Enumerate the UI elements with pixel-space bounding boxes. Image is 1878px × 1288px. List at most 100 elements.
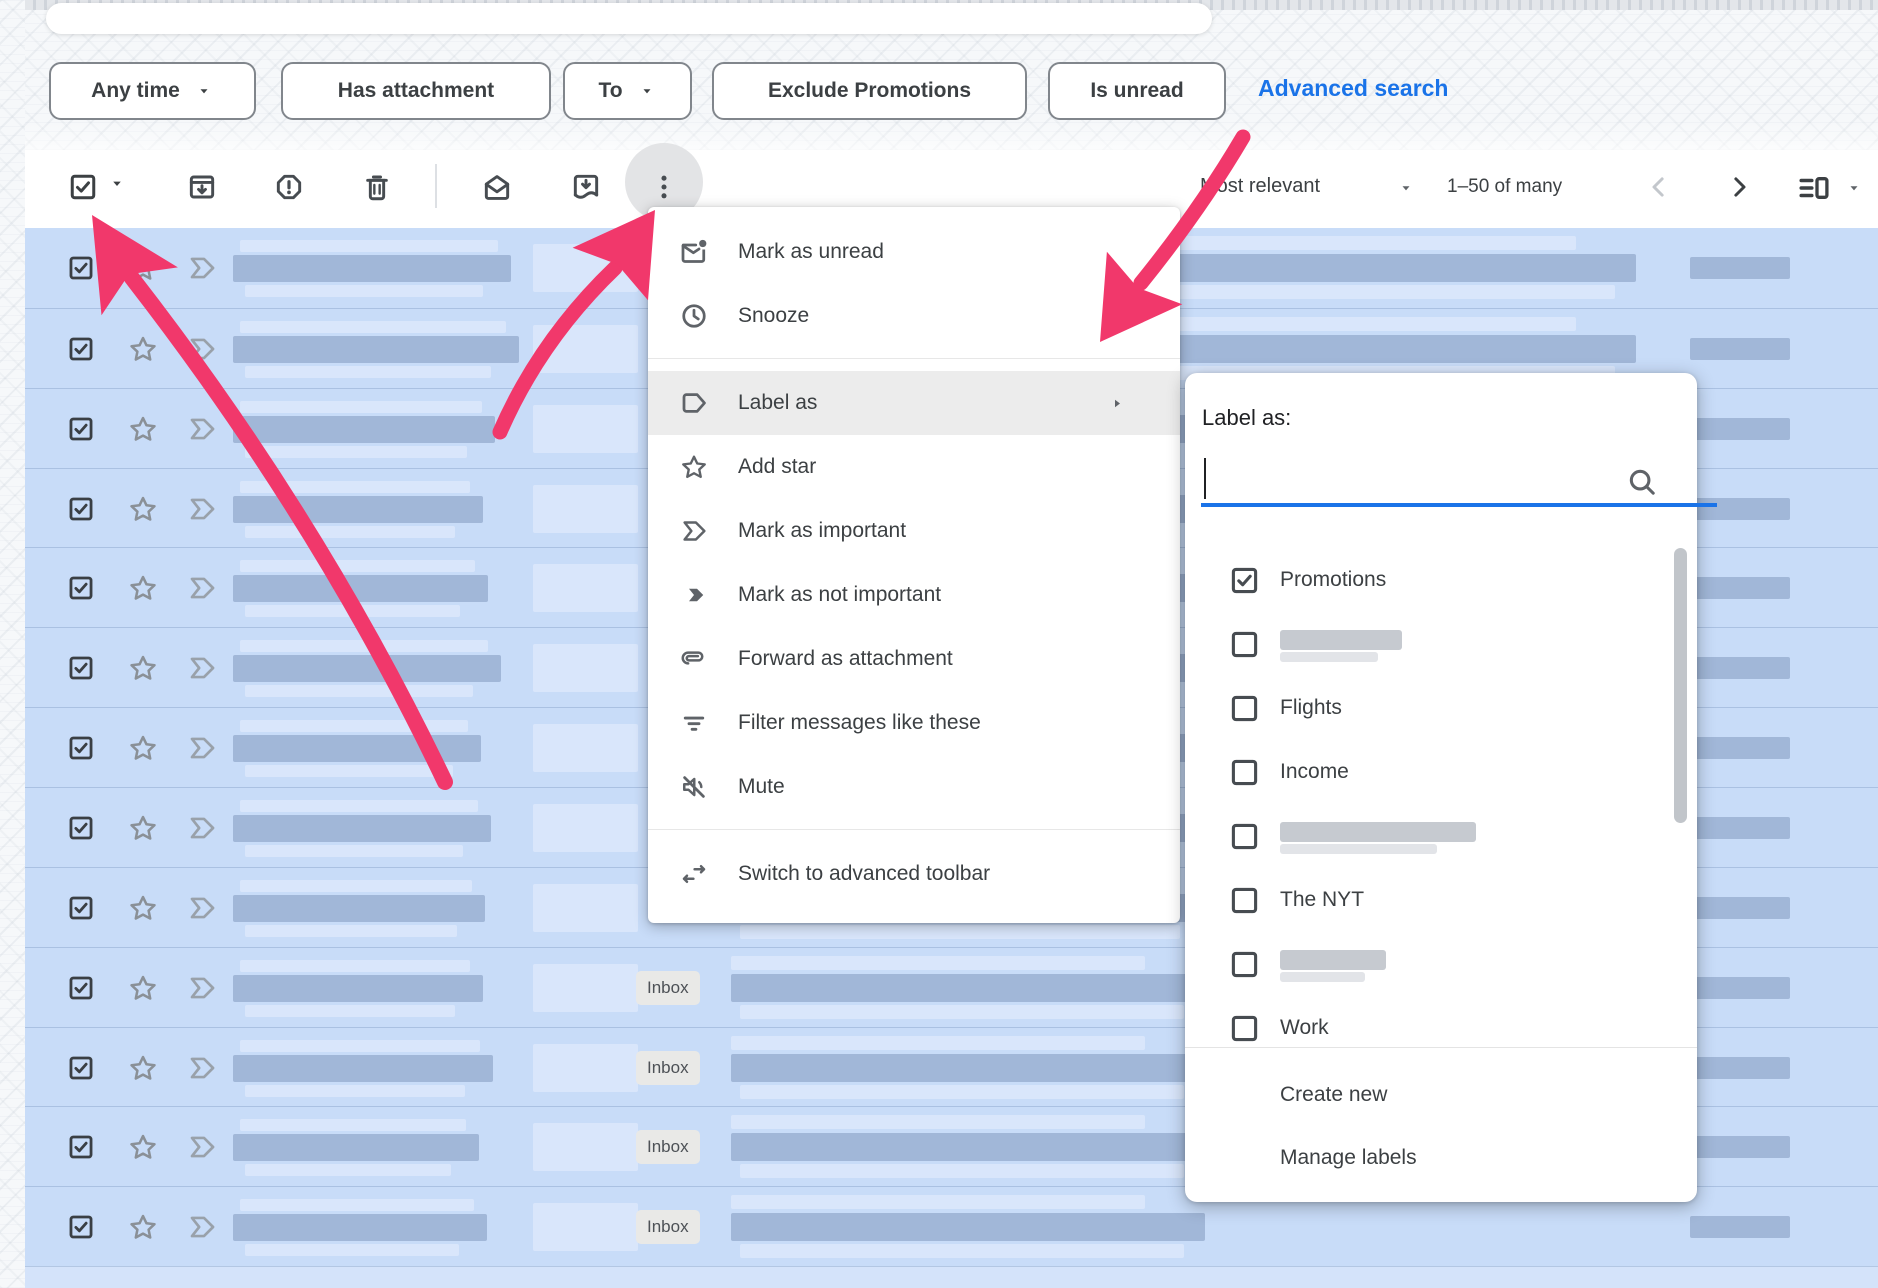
row-checkbox-checked[interactable] bbox=[67, 335, 95, 363]
blurred-text-blob bbox=[1690, 1136, 1790, 1158]
label-option-flights[interactable]: Flights bbox=[1185, 676, 1671, 740]
menu-item-add-star[interactable]: Add star bbox=[648, 435, 1180, 499]
delete-icon[interactable] bbox=[361, 171, 393, 203]
star-icon[interactable] bbox=[127, 972, 159, 1004]
checkbox-empty-icon[interactable] bbox=[1229, 949, 1260, 980]
star-icon[interactable] bbox=[127, 572, 159, 604]
select-dropdown-caret-icon[interactable] bbox=[106, 176, 128, 191]
scrollbar-thumb[interactable] bbox=[1674, 548, 1687, 823]
row-checkbox-checked[interactable] bbox=[67, 974, 95, 1002]
label-option-work[interactable]: Work bbox=[1185, 996, 1671, 1047]
star-icon[interactable] bbox=[127, 1131, 159, 1163]
label-action-manage-labels[interactable]: Manage labels bbox=[1185, 1126, 1697, 1189]
previous-page-chevron-icon[interactable] bbox=[1644, 172, 1674, 202]
label-option-blurred[interactable] bbox=[1185, 612, 1671, 676]
importance-marker-icon[interactable] bbox=[186, 413, 218, 445]
menu-item-label-as[interactable]: Label as bbox=[648, 371, 1180, 435]
label-option-income[interactable]: Income bbox=[1185, 740, 1671, 804]
checkbox-empty-icon[interactable] bbox=[1229, 693, 1260, 724]
sort-mode-label[interactable]: Most relevant bbox=[1200, 175, 1320, 198]
row-checkbox-checked[interactable] bbox=[67, 734, 95, 762]
split-pane-icon[interactable] bbox=[1796, 170, 1832, 206]
star-icon[interactable] bbox=[127, 252, 159, 284]
star-icon[interactable] bbox=[127, 812, 159, 844]
importance-marker-icon[interactable] bbox=[186, 892, 218, 924]
importance-marker-icon[interactable] bbox=[186, 812, 218, 844]
filter-chip-to[interactable]: To bbox=[563, 62, 692, 120]
importance-marker-icon[interactable] bbox=[186, 1052, 218, 1084]
star-icon[interactable] bbox=[127, 1052, 159, 1084]
label-option-blurred[interactable] bbox=[1185, 932, 1671, 996]
menu-item-label: Mark as important bbox=[738, 519, 906, 543]
checkbox-empty-icon[interactable] bbox=[1229, 821, 1260, 852]
checkbox-checked-icon[interactable] bbox=[1229, 565, 1260, 596]
move-to-icon[interactable] bbox=[570, 171, 602, 203]
filter-chip-label: To bbox=[598, 79, 622, 103]
row-checkbox-checked[interactable] bbox=[67, 1213, 95, 1241]
menu-item-mark-as-not-important[interactable]: Mark as not important bbox=[648, 563, 1180, 627]
blurred-label-blob bbox=[1280, 822, 1476, 842]
label-option-name: Promotions bbox=[1280, 568, 1386, 592]
filter-chip-exclude-promotions[interactable]: Exclude Promotions bbox=[712, 62, 1027, 120]
importance-marker-icon[interactable] bbox=[186, 493, 218, 525]
importance-marker-icon[interactable] bbox=[186, 732, 218, 764]
menu-item-snooze[interactable]: Snooze bbox=[648, 284, 1180, 348]
importance-marker-icon[interactable] bbox=[186, 1211, 218, 1243]
row-checkbox-checked[interactable] bbox=[67, 1133, 95, 1161]
blurred-text-blob bbox=[233, 1214, 487, 1241]
filter-chip-any-time[interactable]: Any time bbox=[49, 62, 256, 120]
label-option-promotions[interactable]: Promotions bbox=[1185, 548, 1671, 612]
switch-icon bbox=[679, 859, 709, 889]
row-checkbox-checked[interactable] bbox=[67, 254, 95, 282]
mark-as-read-icon[interactable] bbox=[481, 171, 513, 203]
report-spam-icon[interactable] bbox=[273, 171, 305, 203]
star-icon[interactable] bbox=[127, 413, 159, 445]
row-checkbox-checked[interactable] bbox=[67, 894, 95, 922]
star-icon[interactable] bbox=[127, 892, 159, 924]
row-checkbox-checked[interactable] bbox=[67, 415, 95, 443]
checkbox-empty-icon[interactable] bbox=[1229, 757, 1260, 788]
importance-marker-icon[interactable] bbox=[186, 1131, 218, 1163]
menu-item-mute[interactable]: Mute bbox=[648, 755, 1180, 819]
menu-item-mark-as-unread[interactable]: Mark as unread bbox=[648, 220, 1180, 284]
split-pane-caret-icon[interactable] bbox=[1844, 181, 1864, 195]
star-icon[interactable] bbox=[127, 333, 159, 365]
label-option-the-nyt[interactable]: The NYT bbox=[1185, 868, 1671, 932]
row-checkbox-checked[interactable] bbox=[67, 574, 95, 602]
archive-icon[interactable] bbox=[186, 171, 218, 203]
importance-marker-icon[interactable] bbox=[186, 972, 218, 1004]
blurred-text-blob bbox=[233, 416, 495, 443]
menu-item-filter-messages-like-these[interactable]: Filter messages like these bbox=[648, 691, 1180, 755]
label-option-blurred[interactable] bbox=[1185, 804, 1671, 868]
next-page-chevron-icon[interactable] bbox=[1724, 172, 1754, 202]
more-options-icon[interactable] bbox=[648, 171, 680, 203]
checkbox-empty-icon[interactable] bbox=[1229, 629, 1260, 660]
importance-marker-icon[interactable] bbox=[186, 333, 218, 365]
importance-marker-icon[interactable] bbox=[186, 252, 218, 284]
row-checkbox-checked[interactable] bbox=[67, 1054, 95, 1082]
row-checkbox-checked[interactable] bbox=[67, 495, 95, 523]
importance-marker-icon[interactable] bbox=[186, 652, 218, 684]
label-list-scrollbar[interactable] bbox=[1674, 548, 1687, 1047]
advanced-search-link[interactable]: Advanced search bbox=[1258, 75, 1448, 102]
star-icon[interactable] bbox=[127, 493, 159, 525]
sort-caret-icon[interactable] bbox=[1396, 181, 1416, 195]
blurred-text-blob bbox=[533, 804, 638, 852]
select-all-checkbox[interactable] bbox=[68, 172, 98, 202]
row-checkbox-checked[interactable] bbox=[67, 654, 95, 682]
star-icon[interactable] bbox=[127, 732, 159, 764]
menu-item-mark-as-important[interactable]: Mark as important bbox=[648, 499, 1180, 563]
star-icon[interactable] bbox=[127, 652, 159, 684]
filter-chip-is-unread[interactable]: Is unread bbox=[1048, 62, 1226, 120]
label-action-create-new[interactable]: Create new bbox=[1185, 1063, 1697, 1126]
importance-marker-icon[interactable] bbox=[186, 572, 218, 604]
filter-chip-has-attachment[interactable]: Has attachment bbox=[281, 62, 551, 120]
star-icon bbox=[679, 452, 709, 482]
filter-chip-label: Is unread bbox=[1090, 79, 1183, 103]
checkbox-empty-icon[interactable] bbox=[1229, 1013, 1260, 1044]
row-checkbox-checked[interactable] bbox=[67, 814, 95, 842]
menu-item-switch-to-advanced-toolbar[interactable]: Switch to advanced toolbar bbox=[648, 842, 1180, 906]
checkbox-empty-icon[interactable] bbox=[1229, 885, 1260, 916]
star-icon[interactable] bbox=[127, 1211, 159, 1243]
menu-item-forward-as-attachment[interactable]: Forward as attachment bbox=[648, 627, 1180, 691]
